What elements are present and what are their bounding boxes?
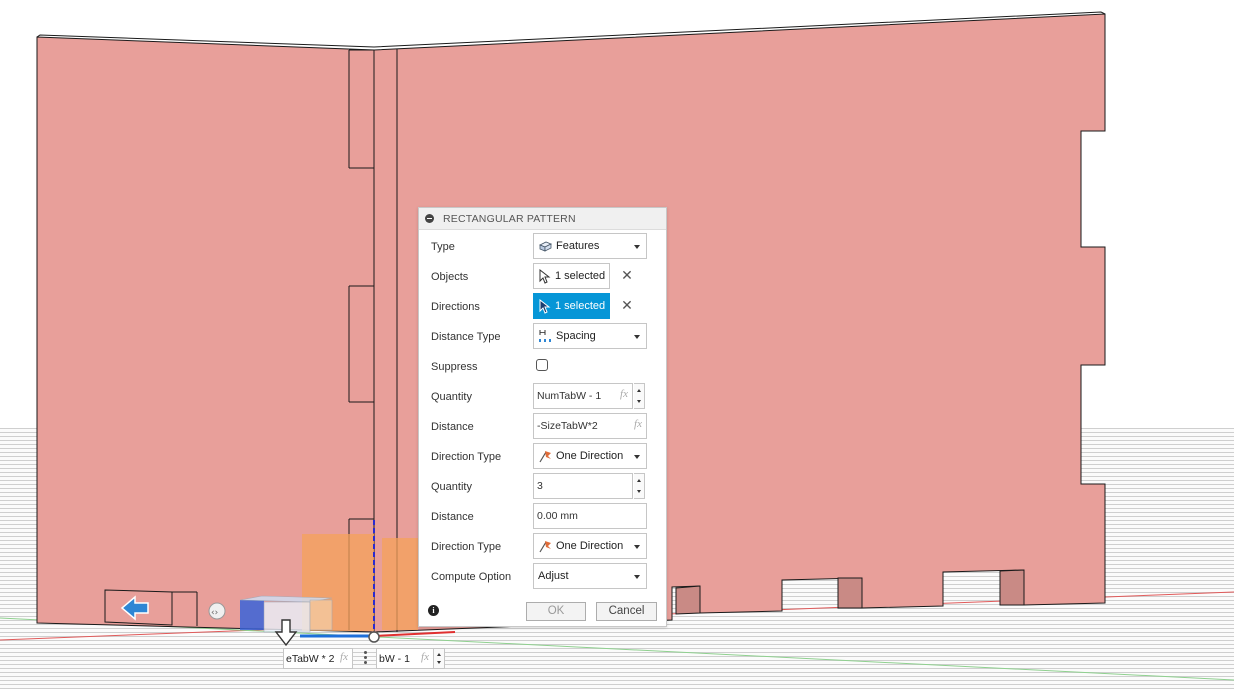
- suppress-label: Suppress: [431, 361, 478, 373]
- row-direction-type-1: Direction Type One Direction: [431, 443, 661, 471]
- distance-type-dropdown[interactable]: Spacing: [533, 323, 647, 349]
- distance-1-label: Distance: [431, 421, 474, 433]
- distance-2-label: Distance: [431, 511, 474, 523]
- viewport-quantity-value: bW - 1: [379, 653, 410, 665]
- collapse-icon[interactable]: [425, 214, 434, 223]
- distance-type-label: Distance Type: [431, 331, 501, 343]
- row-objects: Objects 1 selected ✕: [431, 263, 661, 291]
- quantity-2-input[interactable]: 3: [533, 473, 633, 499]
- chevron-down-icon: [634, 335, 640, 339]
- objects-label: Objects: [431, 271, 469, 283]
- chevron-down-icon: [634, 455, 640, 459]
- cancel-button[interactable]: Cancel: [596, 602, 657, 621]
- pattern-handle-icon: ‹›: [208, 602, 226, 620]
- quantity-1-label: Quantity: [431, 391, 472, 403]
- compute-option-value: Adjust: [538, 570, 569, 582]
- compute-option-dropdown[interactable]: Adjust: [533, 563, 647, 589]
- dialog-footer: i OK Cancel: [419, 592, 666, 626]
- direction-type-2-dropdown[interactable]: One Direction: [533, 533, 647, 559]
- quantity-1-spinner[interactable]: [634, 383, 645, 409]
- viewport-quantity-spinner[interactable]: [434, 648, 445, 669]
- info-icon[interactable]: i: [428, 605, 439, 616]
- direction-type-1-label: Direction Type: [431, 451, 502, 463]
- svg-text:‹›: ‹›: [211, 608, 218, 618]
- row-distance-1: Distance -SizeTabW*2 fx: [431, 413, 661, 441]
- directions-value: 1 selected: [555, 300, 606, 312]
- direction-type-1-value: One Direction: [556, 450, 624, 462]
- chevron-down-icon: [634, 575, 640, 579]
- chevron-down-icon: [634, 545, 640, 549]
- dialog-title: RECTANGULAR PATTERN: [443, 212, 576, 225]
- row-distance-type: Distance Type Spacing: [431, 323, 661, 351]
- clear-objects-icon[interactable]: ✕: [621, 268, 633, 282]
- clear-directions-icon[interactable]: ✕: [621, 298, 633, 312]
- dialog-header: RECTANGULAR PATTERN: [419, 208, 666, 230]
- features-icon: [539, 241, 552, 252]
- quantity-1-value: NumTabW - 1: [537, 390, 602, 402]
- one-direction-icon: [539, 451, 551, 463]
- spacing-icon: [539, 330, 551, 342]
- fx-icon[interactable]: fx: [620, 388, 628, 400]
- viewport-distance-value: eTabW * 2: [286, 653, 335, 665]
- row-type: Type Features: [431, 233, 661, 261]
- select-cursor-icon: [539, 299, 551, 314]
- select-cursor-icon: [539, 269, 551, 284]
- row-quantity-2: Quantity 3: [431, 473, 661, 501]
- distance-type-value: Spacing: [556, 330, 596, 342]
- directions-selector[interactable]: 1 selected: [533, 293, 610, 319]
- objects-value: 1 selected: [555, 270, 606, 282]
- direction-type-2-label: Direction Type: [431, 541, 502, 553]
- ok-button[interactable]: OK: [526, 602, 586, 621]
- chevron-down-icon: [634, 245, 640, 249]
- fx-icon[interactable]: fx: [421, 651, 429, 663]
- viewport-quantity-field[interactable]: bW - 1 fx: [376, 648, 434, 669]
- quantity-2-value: 3: [537, 480, 543, 492]
- viewport-distance-field[interactable]: eTabW * 2 fx: [283, 648, 353, 669]
- quantity-1-input[interactable]: NumTabW - 1 fx: [533, 383, 633, 409]
- type-value: Features: [556, 240, 600, 252]
- row-suppress: Suppress: [431, 353, 661, 381]
- pattern-preview-2: [382, 538, 418, 630]
- row-directions: Directions 1 selected ✕: [431, 293, 661, 321]
- type-label: Type: [431, 241, 455, 253]
- viewport[interactable]: ‹› eTabW * 2 fx bW - 1 fx RECTANGULAR PA…: [0, 0, 1234, 689]
- type-dropdown[interactable]: Features: [533, 233, 647, 259]
- origin-handle: [368, 631, 380, 643]
- one-direction-icon: [539, 541, 551, 553]
- direction-type-2-value: One Direction: [556, 540, 624, 552]
- fx-icon[interactable]: fx: [634, 418, 642, 430]
- objects-selector[interactable]: 1 selected: [533, 263, 610, 289]
- row-compute-option: Compute Option Adjust: [431, 563, 661, 591]
- direction-type-1-dropdown[interactable]: One Direction: [533, 443, 647, 469]
- distance-2-input[interactable]: 0.00 mm: [533, 503, 647, 529]
- compute-option-label: Compute Option: [431, 571, 512, 583]
- row-quantity-1: Quantity NumTabW - 1 fx: [431, 383, 661, 411]
- distance-1-input[interactable]: -SizeTabW*2 fx: [533, 413, 647, 439]
- fx-icon[interactable]: fx: [340, 651, 348, 663]
- quantity-2-label: Quantity: [431, 481, 472, 493]
- row-distance-2: Distance 0.00 mm: [431, 503, 661, 531]
- row-direction-type-2: Direction Type One Direction: [431, 533, 661, 561]
- drag-grip-icon[interactable]: [362, 651, 368, 665]
- distance-2-value: 0.00 mm: [537, 510, 578, 522]
- distance-1-value: -SizeTabW*2: [537, 420, 598, 432]
- quantity-2-spinner[interactable]: [634, 473, 645, 499]
- suppress-checkbox[interactable]: [536, 359, 548, 371]
- rectangular-pattern-dialog: RECTANGULAR PATTERN Type Features Object…: [418, 207, 667, 627]
- directions-label: Directions: [431, 301, 480, 313]
